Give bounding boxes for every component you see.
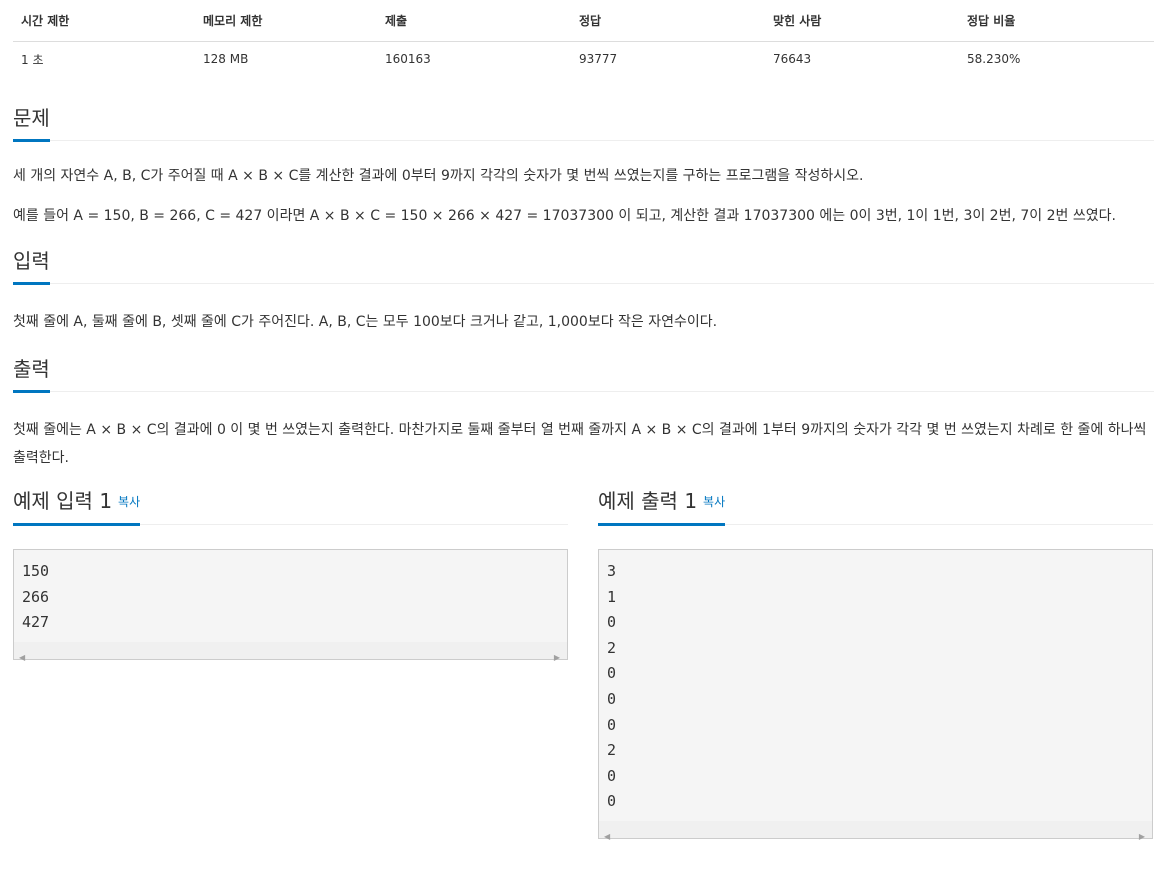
input-headline: 입력 xyxy=(13,248,1154,285)
scroll-right-arrow-icon[interactable]: ▶ xyxy=(1139,824,1145,850)
input-paragraph: 첫째 줄에 A, 둘째 줄에 B, 셋째 줄에 C가 주어진다. A, B, C… xyxy=(13,314,718,330)
accepted-value: 93777 xyxy=(579,52,618,67)
input-section: 입력 첫째 줄에 A, 둘째 줄에 B, 셋째 줄에 C가 주어진다. A, B… xyxy=(13,248,1154,336)
table-header-row: 시간 제한 메모리 제한 제출 정답 맞힌 사람 정답 비율 xyxy=(13,0,1154,42)
header-accepted: 정답 xyxy=(571,0,765,42)
problem-info-table: 시간 제한 메모리 제한 제출 정답 맞힌 사람 정답 비율 1 초 128 M… xyxy=(13,0,1154,77)
problem-page: 시간 제한 메모리 제한 제출 정답 맞힌 사람 정답 비율 1 초 128 M… xyxy=(0,0,1159,875)
sample-output-headline: 예제 출력 1 복사 xyxy=(598,488,1153,526)
sample-input-content: 150 266 427 xyxy=(22,562,50,632)
table-row: 1 초 128 MB 160163 93777 76643 58.230% xyxy=(13,41,1154,77)
sample-output-panel: 예제 출력 1 복사 3 1 0 2 0 0 0 2 0 0 ◀ ▶ xyxy=(598,488,1153,841)
sample-output-content: 3 1 0 2 0 0 0 2 0 0 xyxy=(607,562,617,811)
solved-users-value: 76643 xyxy=(773,52,812,67)
samples-row: 예제 입력 1 복사 150 266 427 ◀ ▶ 예제 출력 1 복사 3 1 0… xyxy=(13,488,1154,841)
accept-ratio-value: 58.230% xyxy=(967,52,1021,67)
memory-limit-value: 128 MB xyxy=(203,52,249,67)
problem-title: 문제 xyxy=(13,105,50,142)
header-accept-ratio: 정답 비율 xyxy=(959,0,1154,42)
output-paragraph: 첫째 줄에는 A × B × C의 결과에 0 이 몇 번 쓰였는지 출력한다.… xyxy=(13,422,1147,466)
scroll-left-arrow-icon[interactable]: ◀ xyxy=(19,645,25,671)
output-description: 첫째 줄에는 A × B × C의 결과에 0 이 몇 번 쓰였는지 출력한다.… xyxy=(13,416,1154,472)
problem-section: 문제 세 개의 자연수 A, B, C가 주어질 때 A × B × C를 계산… xyxy=(13,105,1154,230)
output-title: 출력 xyxy=(13,356,50,393)
input-title: 입력 xyxy=(13,248,50,285)
problem-headline: 문제 xyxy=(13,105,1154,142)
scroll-left-arrow-icon[interactable]: ◀ xyxy=(604,824,610,850)
sample-output-title: 예제 출력 1 xyxy=(598,489,698,513)
sample-input-headline: 예제 입력 1 복사 xyxy=(13,488,568,526)
copy-input-button[interactable]: 복사 xyxy=(118,495,140,509)
input-description: 첫째 줄에 A, 둘째 줄에 B, 셋째 줄에 C가 주어진다. A, B, C… xyxy=(13,308,1154,336)
header-submissions: 제출 xyxy=(377,0,571,42)
scroll-right-arrow-icon[interactable]: ▶ xyxy=(554,645,560,671)
header-memory-limit: 메모리 제한 xyxy=(195,0,377,42)
output-section: 출력 첫째 줄에는 A × B × C의 결과에 0 이 몇 번 쓰였는지 출력… xyxy=(13,356,1154,472)
sample-output-heading: 예제 출력 1 복사 xyxy=(598,488,726,526)
sample-output-box[interactable]: 3 1 0 2 0 0 0 2 0 0 ◀ ▶ xyxy=(598,549,1153,841)
header-time-limit: 시간 제한 xyxy=(13,0,195,42)
sample-input-title: 예제 입력 1 xyxy=(13,489,113,513)
copy-output-button[interactable]: 복사 xyxy=(703,495,725,509)
submissions-value: 160163 xyxy=(385,52,431,67)
horizontal-scrollbar[interactable]: ◀ ▶ xyxy=(14,641,567,662)
horizontal-scrollbar[interactable]: ◀ ▶ xyxy=(599,820,1152,841)
sample-input-heading: 예제 입력 1 복사 xyxy=(13,488,141,526)
header-solved-users: 맞힌 사람 xyxy=(765,0,959,42)
problem-paragraph: 세 개의 자연수 A, B, C가 주어질 때 A × B × C를 계산한 결… xyxy=(13,168,864,184)
time-limit-value: 1 초 xyxy=(21,52,44,67)
output-headline: 출력 xyxy=(13,356,1154,393)
problem-paragraph: 예를 들어 A = 150, B = 266, C = 427 이라면 A × … xyxy=(13,208,1116,224)
sample-input-box[interactable]: 150 266 427 ◀ ▶ xyxy=(13,549,568,662)
problem-description: 세 개의 자연수 A, B, C가 주어질 때 A × B × C를 계산한 결… xyxy=(13,162,1154,230)
sample-input-panel: 예제 입력 1 복사 150 266 427 ◀ ▶ xyxy=(13,488,568,839)
